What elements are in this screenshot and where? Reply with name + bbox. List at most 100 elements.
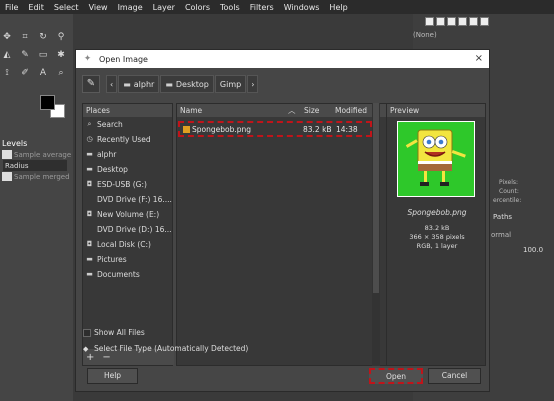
column-modified[interactable]: Modified (335, 106, 367, 115)
menu-filters[interactable]: Filters (245, 3, 279, 12)
path-back-button[interactable]: ‹ (106, 75, 118, 93)
file-type-expander[interactable]: ◆ Select File Type (Automatically Detecte… (83, 344, 248, 353)
foreground-color[interactable] (40, 95, 55, 110)
spongebob-image (398, 122, 474, 196)
place-local-disk[interactable]: ◘ Local Disk (C:) (83, 237, 172, 252)
file-name: Spongebob.png (192, 125, 252, 134)
place-alphr[interactable]: ▬ alphr (83, 147, 172, 162)
place-pictures[interactable]: ▬ Pictures (83, 252, 172, 267)
type-location-button[interactable]: ✎ (82, 75, 100, 93)
dialog-title: Open Image (99, 54, 148, 64)
crop-tool-icon[interactable]: ⌗ (20, 32, 30, 42)
brush-tool-icon[interactable]: ✎ (20, 50, 30, 60)
place-documents[interactable]: ▬ Documents (83, 267, 172, 282)
sample-average-option[interactable]: Sample average (0, 149, 73, 160)
folder-icon: ▬ (86, 255, 93, 263)
opacity-field[interactable]: 100.0 (523, 246, 543, 254)
sample-merged-option[interactable]: Sample merged (0, 171, 73, 182)
checkbox-icon (83, 328, 91, 337)
menu-select[interactable]: Select (49, 3, 84, 12)
file-list-scrollbar[interactable] (372, 103, 380, 366)
file-size: 83.2 kB (303, 125, 332, 134)
breadcrumb-alphr[interactable]: ▬ alphr (118, 75, 160, 93)
sort-ascending-icon: ︿ (288, 106, 296, 115)
gimp-icon: ✦ (83, 53, 92, 64)
tool-options: Levels Sample average Radius Sample merg… (0, 138, 73, 182)
none-label: (None) (413, 31, 437, 39)
place-recently-used[interactable]: ◷ Recently Used (83, 132, 172, 147)
tool-options-title: Levels (2, 139, 28, 148)
column-size[interactable]: Size (304, 106, 319, 115)
radius-field[interactable]: Radius (3, 160, 67, 171)
menubar: File Edit Select View Image Layer Colors… (0, 0, 554, 14)
tab-paths[interactable]: Paths (493, 213, 512, 221)
clone-tool-icon[interactable]: ✱ (56, 50, 66, 60)
folder-icon: ▬ (165, 79, 173, 89)
preview-filesize: 83.2 kB (424, 224, 450, 232)
open-image-dialog: ✦ Open Image × ✎ ‹ ▬ alphr ▬ Desktop Gimp … (75, 49, 490, 392)
places-pane: Places ⌕ Search ◷ Recently Used ▬ alphr ▬ De… (82, 103, 174, 366)
menu-layer[interactable]: Layer (148, 3, 180, 12)
remove-bookmark-button[interactable]: − (102, 352, 110, 363)
place-esd-usb[interactable]: ◘ ESD-USB (G:) (83, 177, 172, 192)
clock-icon: ◷ (86, 135, 93, 143)
move-tool-icon[interactable]: ✥ (2, 32, 12, 42)
table-row[interactable]: Spongebob.png 83.2 kB 14:38 (178, 121, 372, 137)
path-forward-button[interactable]: › (247, 75, 259, 93)
folder-icon: ▬ (86, 270, 93, 278)
path-tool-icon[interactable]: ⟟ (2, 68, 12, 78)
close-icon[interactable]: × (475, 53, 483, 64)
preview-pane: Preview Spongebob.png 83.2 kB 366 × 358 … (386, 103, 486, 366)
eyedropper-tool-icon[interactable]: ✐ (20, 68, 30, 78)
show-all-files-checkbox[interactable]: Show All Files (83, 328, 145, 337)
brush-thumb-icon[interactable] (458, 17, 467, 26)
preview-dimensions: 366 × 358 pixels (409, 233, 465, 241)
menu-image[interactable]: Image (113, 3, 148, 12)
cancel-button[interactable]: Cancel (428, 368, 481, 384)
place-search[interactable]: ⌕ Search (83, 117, 172, 132)
brush-thumb-icon[interactable] (436, 17, 445, 26)
help-button[interactable]: Help (87, 368, 138, 384)
rotate-tool-icon[interactable]: ↻ (38, 32, 48, 42)
checkbox-icon (2, 150, 12, 159)
brush-thumb-icon[interactable] (425, 17, 434, 26)
menu-tools[interactable]: Tools (215, 3, 245, 12)
column-name[interactable]: Name (180, 106, 202, 115)
eraser-tool-icon[interactable]: ▭ (38, 50, 48, 60)
folder-icon: ▬ (123, 79, 131, 89)
text-tool-icon[interactable]: A (38, 68, 48, 78)
file-list: Name ︿ Size Modified Spongebob.png 83.2 … (176, 103, 388, 366)
preview-image (397, 121, 475, 197)
breadcrumb-gimp[interactable]: Gimp (214, 75, 247, 93)
place-new-volume[interactable]: ◘ New Volume (E:) (83, 207, 172, 222)
toolbox: ✥ ⌗ ↻ ⚲ ◭ ✎ ▭ ✱ ⟟ ✐ A ⌕ Levels Sample av… (0, 14, 73, 401)
brush-thumb-icon[interactable] (480, 17, 489, 26)
menu-edit[interactable]: Edit (23, 3, 49, 12)
menu-view[interactable]: View (84, 3, 113, 12)
bucket-tool-icon[interactable]: ◭ (2, 50, 12, 60)
menu-help[interactable]: Help (324, 3, 352, 12)
count-label: Count: (499, 188, 519, 195)
menu-file[interactable]: File (0, 3, 23, 12)
place-dvd-f[interactable]: DVD Drive (F:) 16.... (83, 192, 172, 207)
dialog-titlebar: ✦ Open Image × (76, 50, 489, 68)
brush-thumb-icon[interactable] (447, 17, 456, 26)
open-button[interactable]: Open (369, 368, 423, 384)
path-bar: ✎ ‹ ▬ alphr ▬ Desktop Gimp › (82, 74, 259, 94)
drive-icon: ◘ (86, 240, 93, 248)
brush-thumbnails[interactable] (425, 17, 491, 28)
place-dvd-d[interactable]: DVD Drive (D:) 16.... (83, 222, 172, 237)
zoom-tool-icon[interactable]: ⌕ (56, 68, 66, 78)
mode-select[interactable]: ormal (491, 231, 511, 239)
brush-thumb-icon[interactable] (469, 17, 478, 26)
search-icon: ⌕ (87, 120, 92, 128)
place-desktop[interactable]: ▬ Desktop (83, 162, 172, 177)
scrollbar-thumb[interactable] (373, 103, 379, 293)
pixels-label: Pixels: (499, 179, 519, 186)
menu-colors[interactable]: Colors (180, 3, 215, 12)
file-modified: 14:38 (336, 125, 358, 134)
add-bookmark-button[interactable]: + (86, 352, 94, 363)
breadcrumb-desktop[interactable]: ▬ Desktop (160, 75, 214, 93)
menu-windows[interactable]: Windows (279, 3, 325, 12)
warp-tool-icon[interactable]: ⚲ (56, 32, 66, 42)
